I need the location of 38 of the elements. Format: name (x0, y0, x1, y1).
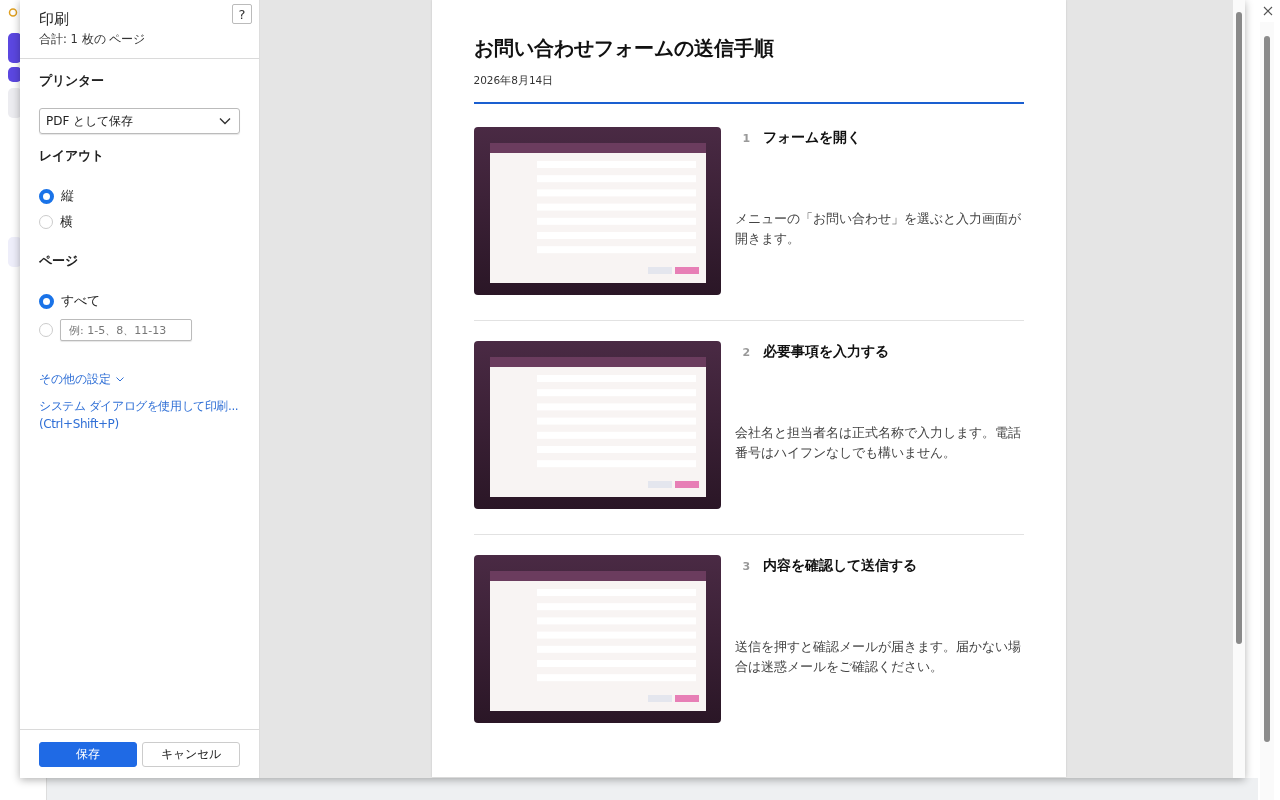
radio-button[interactable] (39, 293, 54, 309)
step-title: フォームを開く (763, 129, 862, 147)
option-label[interactable]: 縦 (61, 187, 74, 205)
chevron-down-icon (116, 377, 124, 382)
step-description: メニューの「お問い合わせ」を選ぶと入力画面が開きます。 (734, 210, 1022, 248)
step-title: 内容を確認して送信する (763, 557, 918, 575)
step-number: 3 (742, 559, 751, 573)
system-dialog-link[interactable]: システム ダイアログを使用して印刷... (39, 399, 256, 414)
shortcut-text: (Ctrl+Shift+P) (39, 417, 120, 432)
cancel-button[interactable]: キャンセル (142, 741, 240, 767)
scrollbar-thumb[interactable] (1264, 36, 1270, 742)
step-title: 必要事項を入力する (763, 343, 890, 361)
document-date: 2026年8月14日 (473, 74, 555, 88)
radio-button[interactable] (39, 323, 53, 337)
close-icon (1263, 6, 1273, 16)
help-button[interactable]: ? (232, 4, 252, 24)
option-label[interactable]: 横 (60, 213, 73, 231)
printer-dropdown[interactable]: PDF として保存 (39, 108, 240, 134)
save-button[interactable]: 保存 (39, 741, 137, 767)
page-range-field[interactable]: 例: 1-5、8、11-13 (60, 319, 192, 341)
section-label: ページ (39, 253, 79, 270)
scrollbar[interactable] (1260, 22, 1274, 800)
chevron-down-icon (219, 117, 231, 125)
page-count: 合計: 1 枚の ページ (39, 32, 146, 47)
scrollbar[interactable] (1233, 0, 1245, 778)
section-label: プリンター (39, 73, 105, 90)
section-label: レイアウト (39, 148, 105, 165)
step-number: 2 (742, 345, 751, 359)
radio-button[interactable] (39, 188, 54, 204)
dialog-title: 印刷 (39, 10, 70, 29)
step-description: 会社名と担当者名は正式名称で入力します。電話番号はハイフンなしでも構いません。 (734, 424, 1022, 462)
step-description: 送信を押すと確認メールが届きます。届かない場合は迷惑メールをご確認ください。 (734, 638, 1022, 676)
more-settings-link[interactable]: その他の設定 (39, 372, 111, 387)
radio-button[interactable] (39, 215, 53, 229)
option-label[interactable]: すべて (61, 292, 100, 310)
document-title: お問い合わせフォームの送信手順 (473, 35, 775, 62)
step-number: 1 (742, 131, 751, 145)
scrollbar-thumb[interactable] (1236, 12, 1242, 644)
